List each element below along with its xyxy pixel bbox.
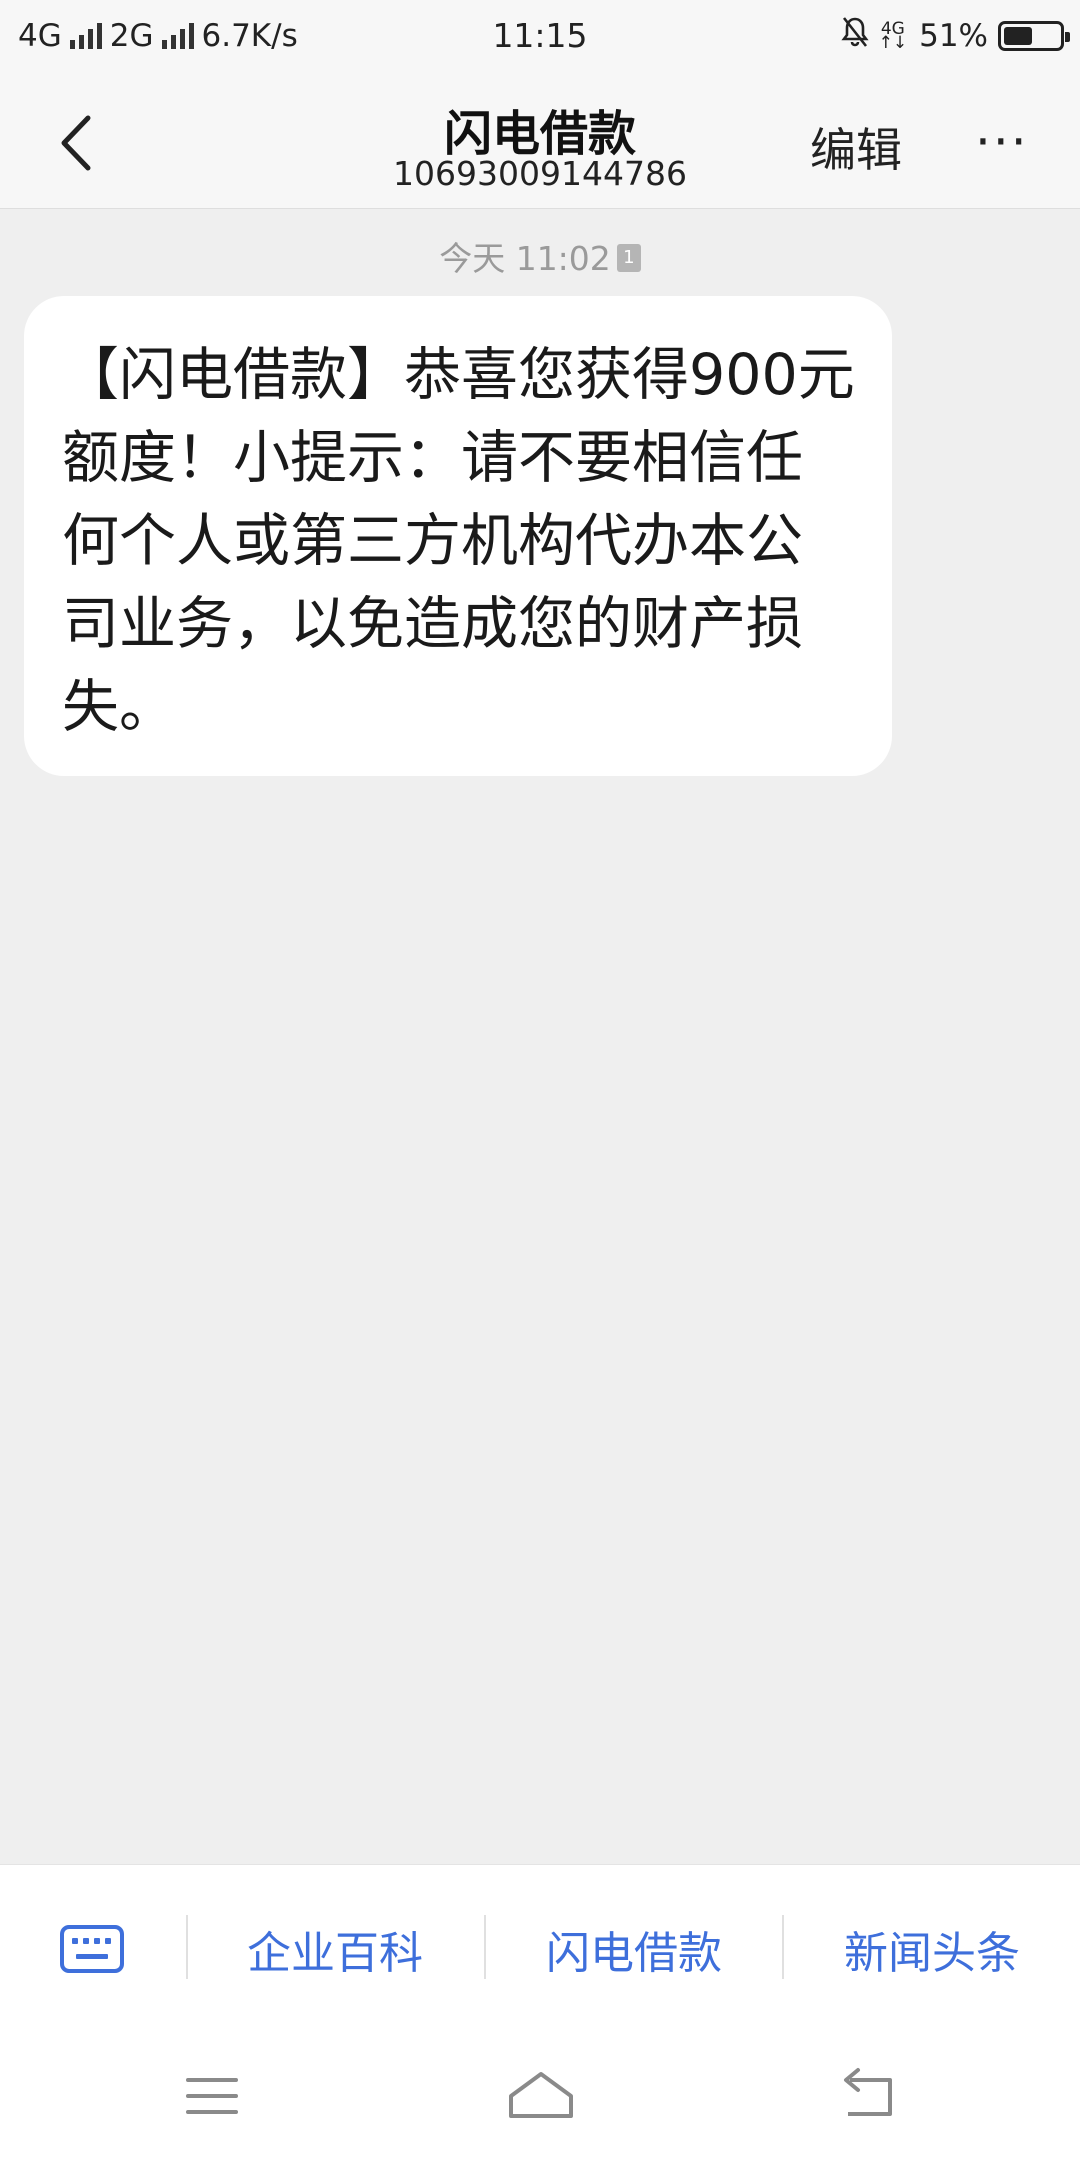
service-menu-bar: 企业百科 闪电借款 新闻头条 [0, 1864, 1080, 2033]
divider [782, 1915, 784, 1979]
mute-icon [840, 16, 869, 56]
keyboard-icon[interactable] [60, 1925, 124, 1973]
system-navigation-bar [0, 2032, 1080, 2160]
message-timestamp: 今天 11:02 1 [0, 232, 1080, 280]
timestamp-text: 今天 11:02 [439, 239, 611, 278]
conversation-header: 闪电借款 10693009144786 编辑 ··· [0, 74, 1080, 209]
battery-percent: 51% [919, 18, 988, 54]
more-options-button[interactable]: ··· [975, 117, 1029, 167]
home-icon[interactable] [505, 2066, 577, 2126]
menu-item-enterprise-wiki[interactable]: 企业百科 [195, 1917, 475, 1981]
status-icons: 4G ↑↓ 51% [840, 16, 1070, 56]
contact-number: 10693009144786 [393, 154, 687, 193]
message-text: 【闪电借款】恭喜您获得900元额度！小提示：请不要相信任何个人或第三方机构代办本… [62, 342, 855, 740]
message-bubble[interactable]: 【闪电借款】恭喜您获得900元额度！小提示：请不要相信任何个人或第三方机构代办本… [24, 296, 892, 776]
edit-button[interactable]: 编辑 [810, 114, 902, 180]
menu-icon[interactable] [182, 2066, 242, 2126]
divider [186, 1915, 188, 1979]
status-bar: 4G 2G 6.7K/s 11:15 4G ↑↓ 51% [0, 0, 1080, 74]
menu-item-lightning-loan[interactable]: 闪电借款 [494, 1917, 774, 1981]
sim-card-icon: 1 [616, 243, 641, 272]
mobile-data-icon: 4G ↑↓ [878, 19, 908, 53]
menu-item-headlines[interactable]: 新闻头条 [792, 1917, 1072, 1981]
back-icon[interactable] [840, 2066, 900, 2126]
battery-icon [998, 21, 1070, 51]
divider [484, 1915, 486, 1979]
